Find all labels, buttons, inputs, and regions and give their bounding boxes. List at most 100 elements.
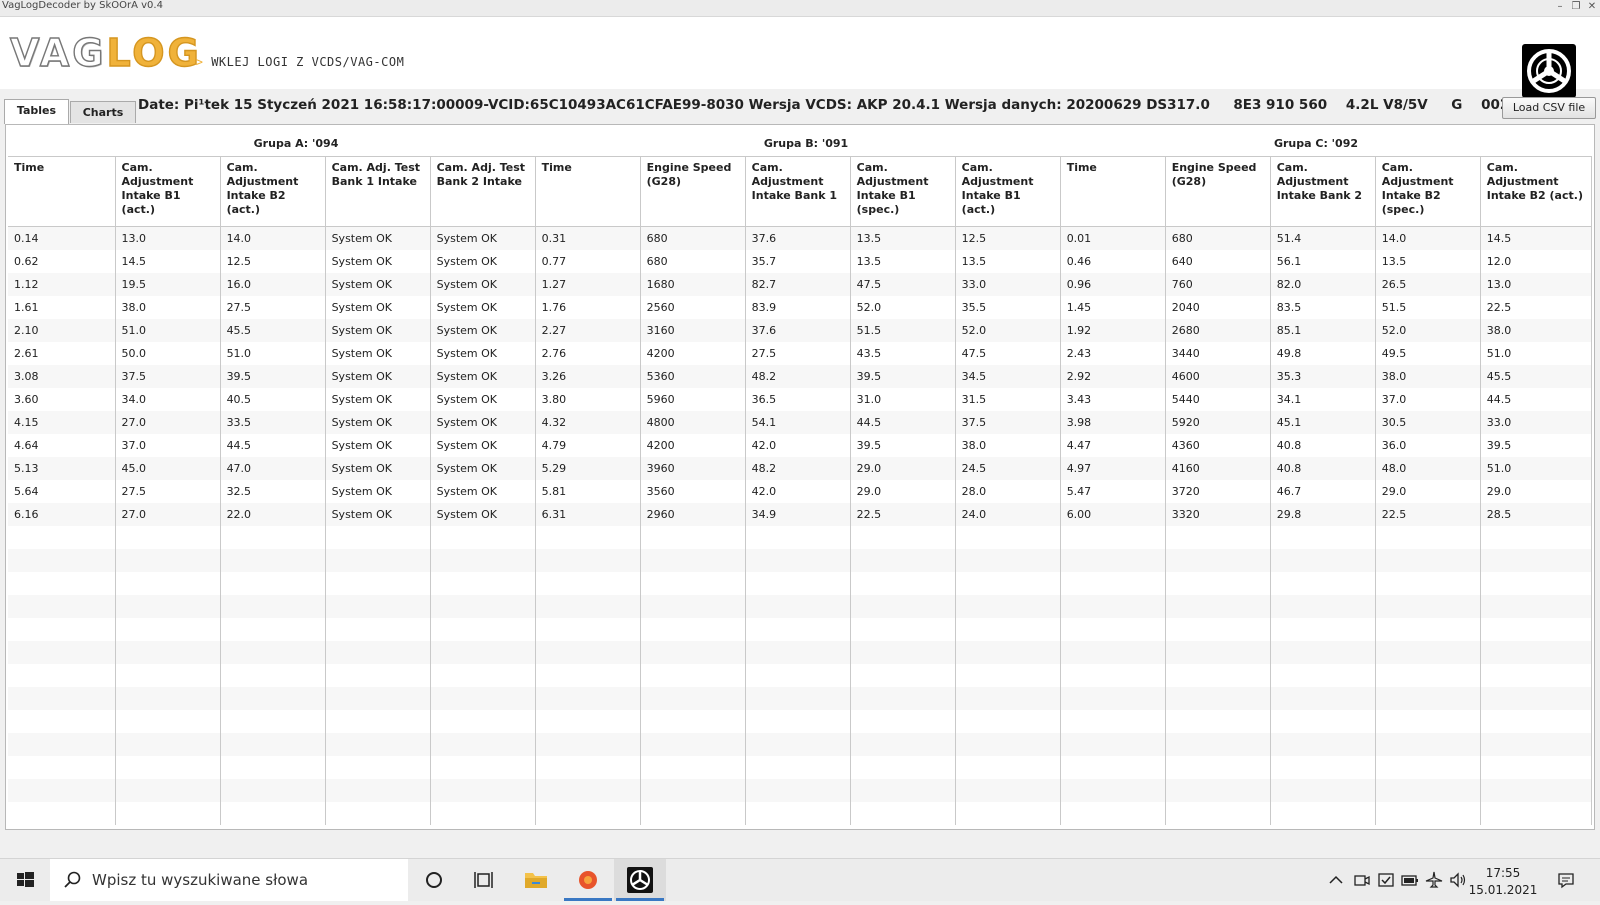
column-header[interactable]: Engine Speed (G28) <box>640 156 746 227</box>
table-cell: 0.14 <box>8 226 116 250</box>
table-cell: 3.60 <box>8 388 116 411</box>
notifications-icon[interactable] <box>1556 870 1576 890</box>
empty-cell <box>220 733 326 756</box>
empty-cell <box>1060 526 1166 549</box>
table-cell: 22.5 <box>1480 296 1593 319</box>
empty-table-row <box>8 595 1593 618</box>
column-header[interactable]: Cam. Adjustment Intake B2 (spec.) <box>1375 156 1481 227</box>
vaglog-app-icon[interactable] <box>614 859 666 901</box>
empty-cell <box>325 549 431 572</box>
empty-cell <box>745 802 851 825</box>
empty-cell <box>8 687 116 710</box>
empty-cell <box>325 733 431 756</box>
empty-cell <box>115 710 221 733</box>
table-row[interactable]: 2.10 51.0 45.5 System OK System OK 2.27 3160 37… <box>8 319 1593 342</box>
table-row[interactable]: 0.62 14.5 12.5 System OK System OK 0.77 680 35.… <box>8 250 1593 273</box>
column-header[interactable]: Cam. Adjustment Intake Bank 2 <box>1270 156 1376 227</box>
empty-cell <box>640 779 746 802</box>
empty-cell <box>115 618 221 641</box>
restore-icon[interactable]: ❐ <box>1570 1 1582 13</box>
column-header[interactable]: Engine Speed (G28) <box>1165 156 1271 227</box>
empty-cell <box>535 595 641 618</box>
table-row[interactable]: 3.60 34.0 40.5 System OK System OK 3.80 5960 36… <box>8 388 1593 411</box>
table-cell: 83.5 <box>1270 296 1376 319</box>
empty-cell <box>745 733 851 756</box>
column-header[interactable]: Cam. Adjustment Intake B1 (spec.) <box>850 156 956 227</box>
table-cell: 34.5 <box>955 365 1061 388</box>
column-header[interactable]: Cam. Adjustment Intake B2 (act.) <box>220 156 326 227</box>
table-cell: 14.5 <box>115 250 221 273</box>
meet-now-icon[interactable] <box>1352 870 1372 890</box>
table-cell: 29.0 <box>850 457 956 480</box>
empty-cell <box>535 526 641 549</box>
empty-cell <box>535 641 641 664</box>
table-cell: 29.0 <box>850 480 956 503</box>
empty-cell <box>430 526 536 549</box>
browser-icon[interactable] <box>562 859 614 901</box>
taskbar-clock[interactable]: 17:55 15.01.2021 <box>1465 865 1541 899</box>
empty-cell <box>325 687 431 710</box>
empty-cell <box>8 733 116 756</box>
table-cell: 38.0 <box>1480 319 1593 342</box>
table-cell: 35.3 <box>1270 365 1376 388</box>
minimize-icon[interactable]: – <box>1554 1 1566 13</box>
column-header[interactable]: Time <box>8 156 116 227</box>
security-icon[interactable] <box>1376 870 1396 890</box>
table-row[interactable]: 6.16 27.0 22.0 System OK System OK 6.31 2960 34… <box>8 503 1593 526</box>
table-row[interactable]: 4.64 37.0 44.5 System OK System OK 4.79 4200 42… <box>8 434 1593 457</box>
table-cell: 28.5 <box>1480 503 1593 526</box>
empty-cell <box>850 641 956 664</box>
empty-cell <box>325 710 431 733</box>
empty-cell <box>640 664 746 687</box>
table-cell: 5440 <box>1165 388 1271 411</box>
table-row[interactable]: 5.64 27.5 32.5 System OK System OK 5.81 3560 42… <box>8 480 1593 503</box>
table-row[interactable]: 3.08 37.5 39.5 System OK System OK 3.26 5360 48… <box>8 365 1593 388</box>
cortana-icon[interactable] <box>408 859 460 901</box>
empty-cell <box>1165 802 1271 825</box>
empty-table-row <box>8 549 1593 572</box>
tab-charts[interactable]: Charts <box>70 101 136 123</box>
empty-cell <box>220 641 326 664</box>
column-header[interactable]: Time <box>1060 156 1166 227</box>
empty-cell <box>955 526 1061 549</box>
empty-cell <box>1165 687 1271 710</box>
table-row[interactable]: 0.14 13.0 14.0 System OK System OK 0.31 680 37.… <box>8 226 1593 250</box>
windows-start-icon[interactable] <box>0 859 50 901</box>
table-row[interactable]: 5.13 45.0 47.0 System OK System OK 5.29 3960 48… <box>8 457 1593 480</box>
column-header[interactable]: Time <box>535 156 641 227</box>
battery-icon[interactable] <box>1400 870 1420 890</box>
empty-cell <box>1480 779 1593 802</box>
column-header[interactable]: Cam. Adjustment Intake B2 (act.) <box>1480 156 1593 227</box>
table-cell: 680 <box>1165 226 1271 250</box>
table-row[interactable]: 2.61 50.0 51.0 System OK System OK 2.76 4200 27… <box>8 342 1593 365</box>
column-header[interactable]: Cam. Adj. Test Bank 2 Intake <box>430 156 536 227</box>
empty-cell <box>535 549 641 572</box>
table-cell: 82.0 <box>1270 273 1376 296</box>
column-header[interactable]: Cam. Adj. Test Bank 1 Intake <box>325 156 431 227</box>
table-cell: 39.5 <box>850 434 956 457</box>
file-explorer-icon[interactable] <box>510 859 562 901</box>
column-header[interactable]: Cam. Adjustment Intake Bank 1 <box>745 156 851 227</box>
empty-cell <box>115 572 221 595</box>
close-icon[interactable]: ✕ <box>1586 1 1598 13</box>
table-cell: 2.43 <box>1060 342 1166 365</box>
airplane-mode-icon[interactable] <box>1424 870 1444 890</box>
table-cell: 0.77 <box>535 250 641 273</box>
taskbar-search-box[interactable]: Wpisz tu wyszukiwane słowa <box>50 859 408 901</box>
empty-cell <box>430 802 536 825</box>
tables-panel: Grupa A: '094 Grupa B: '091 Grupa C: '09… <box>5 124 1595 830</box>
show-hidden-icons-chevron-icon[interactable] <box>1326 870 1346 890</box>
table-cell: 51.5 <box>850 319 956 342</box>
table-cell: 4200 <box>640 342 746 365</box>
table-row[interactable]: 1.61 38.0 27.5 System OK System OK 1.76 2560 83… <box>8 296 1593 319</box>
column-header[interactable]: Cam. Adjustment Intake B1 (act.) <box>115 156 221 227</box>
table-row[interactable]: 4.15 27.0 33.5 System OK System OK 4.32 4800 54… <box>8 411 1593 434</box>
empty-cell <box>1165 595 1271 618</box>
tab-tables[interactable]: Tables <box>4 99 69 124</box>
empty-table-row <box>8 641 1593 664</box>
table-cell: 27.0 <box>115 411 221 434</box>
table-row[interactable]: 1.12 19.5 16.0 System OK System OK 1.27 1680 82… <box>8 273 1593 296</box>
column-header[interactable]: Cam. Adjustment Intake B1 (act.) <box>955 156 1061 227</box>
task-view-icon[interactable] <box>458 859 510 901</box>
load-csv-button[interactable]: Load CSV file <box>1502 97 1596 119</box>
